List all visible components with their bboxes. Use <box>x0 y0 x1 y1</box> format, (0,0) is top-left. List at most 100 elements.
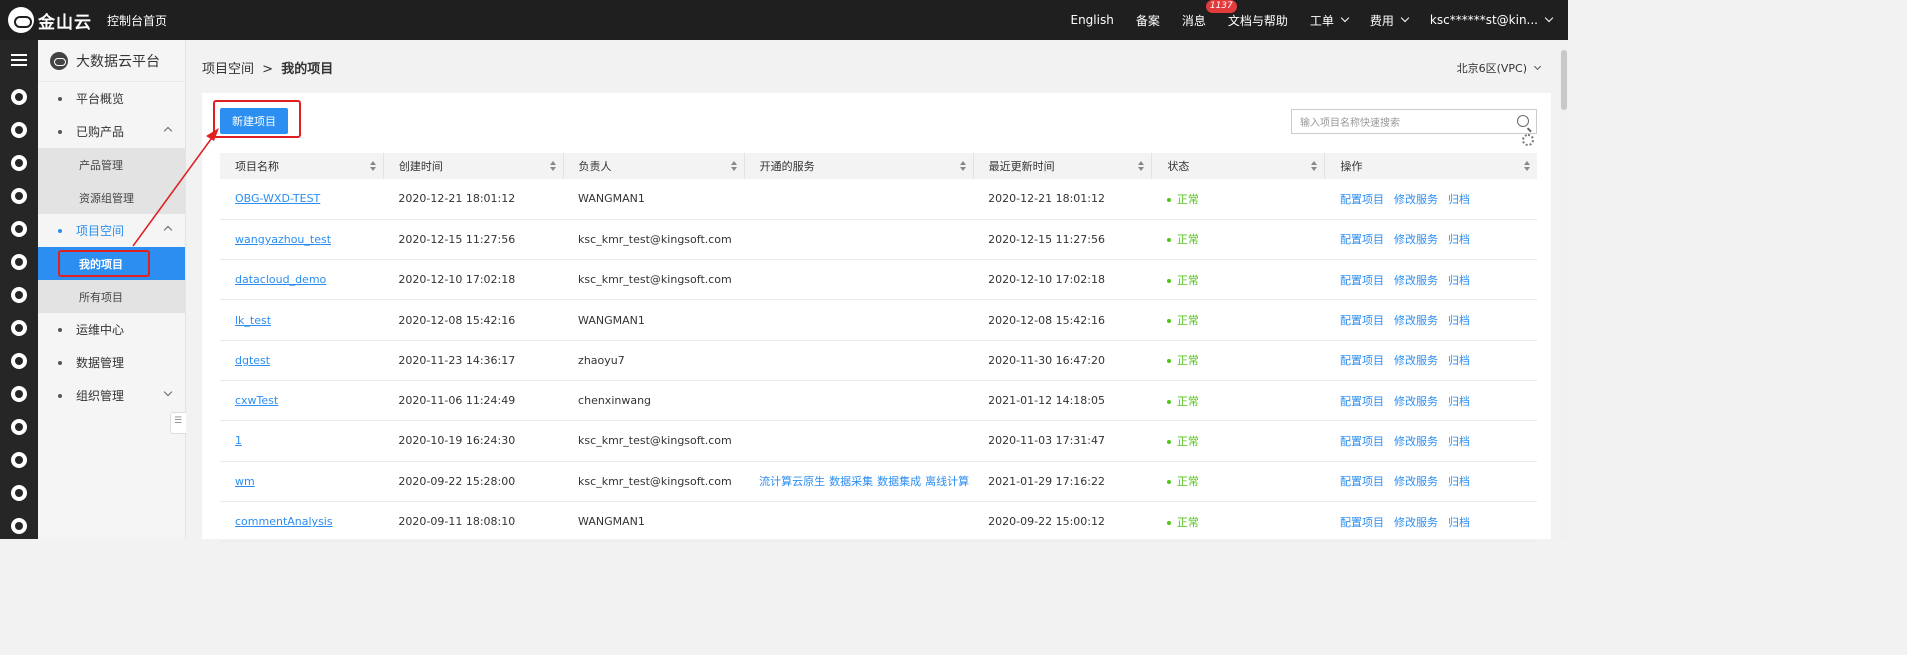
project-search-input[interactable]: 输入项目名称快速搜索 <box>1291 109 1537 134</box>
modify-services-link[interactable]: 修改服务 <box>1394 475 1438 488</box>
column-header[interactable]: 创建时间 <box>383 153 564 179</box>
sidebar-item-project-space[interactable]: 项目空间 <box>38 214 185 247</box>
cube-icon[interactable] <box>11 254 27 270</box>
owner-cell: ksc_kmr_test@kingsoft.com <box>563 259 745 301</box>
english-link[interactable]: English <box>1070 13 1113 27</box>
service-link[interactable]: 离线计算 <box>925 475 969 488</box>
search-icon[interactable] <box>11 221 27 237</box>
archive-link[interactable]: 归档 <box>1448 314 1470 327</box>
billing-label: 费用 <box>1369 13 1394 28</box>
monitor-icon[interactable] <box>11 452 27 468</box>
project-name-link[interactable]: lk_test <box>235 314 271 327</box>
breadcrumb-current: 我的项目 <box>281 62 334 77</box>
project-name-cell: 1 <box>220 420 384 462</box>
billing-menu[interactable]: 费用 <box>1369 12 1410 29</box>
project-name-link[interactable]: wangyazhou_test <box>235 233 331 246</box>
project-name-link[interactable]: wm <box>235 475 255 488</box>
services-cell <box>744 179 974 220</box>
network-icon[interactable] <box>11 353 27 369</box>
sidebar-item-purchased-products[interactable]: 已购产品 <box>38 115 185 148</box>
service-link[interactable]: 数据集成 <box>877 475 921 488</box>
project-name-link[interactable]: dgtest <box>235 354 270 367</box>
archive-link[interactable]: 归档 <box>1448 475 1470 488</box>
archive-link[interactable]: 归档 <box>1448 354 1470 367</box>
column-header[interactable]: 开通的服务 <box>744 153 974 179</box>
configure-project-link[interactable]: 配置项目 <box>1340 233 1384 246</box>
project-name-link[interactable]: datacloud_demo <box>235 273 326 286</box>
sidebar-item-overview[interactable]: 平台概览 <box>38 82 185 115</box>
sidebar-item-label: 数据管理 <box>76 356 125 370</box>
configure-project-link[interactable]: 配置项目 <box>1340 314 1384 327</box>
modify-services-link[interactable]: 修改服务 <box>1394 193 1438 206</box>
project-name-cell: OBG-WXD-TEST <box>220 179 384 220</box>
cloud-icon[interactable] <box>11 122 27 138</box>
messages-link[interactable]: 消息 1137 <box>1182 0 1237 29</box>
tickets-menu[interactable]: 工单 <box>1310 12 1350 29</box>
column-header-label: 创建时间 <box>398 160 443 173</box>
service-link[interactable]: 数据采集 <box>829 475 873 488</box>
sidebar-subitem-product-management[interactable]: 产品管理 <box>38 148 185 181</box>
search-icon[interactable] <box>1517 115 1529 127</box>
database-icon[interactable] <box>11 155 27 171</box>
gear-icon[interactable] <box>1522 134 1534 146</box>
sidebar-item-org-management[interactable]: 组织管理 <box>38 379 185 412</box>
layers-icon[interactable] <box>11 89 27 105</box>
project-name-link[interactable]: cxwTest <box>235 394 278 407</box>
configure-project-link[interactable]: 配置项目 <box>1340 435 1384 448</box>
service-link[interactable]: 流计算云原生 <box>759 475 825 488</box>
sidebar-collapse-toggle[interactable] <box>170 412 186 434</box>
share-icon[interactable] <box>11 518 27 534</box>
cluster-icon[interactable] <box>11 188 27 204</box>
page-scrollbar[interactable] <box>1560 40 1568 539</box>
created-time-cell: 2020-12-15 11:27:56 <box>383 219 564 261</box>
column-header[interactable]: 状态 <box>1151 153 1326 179</box>
menu-icon[interactable] <box>0 40 38 80</box>
globe-icon[interactable] <box>11 320 27 336</box>
modify-services-link[interactable]: 修改服务 <box>1394 395 1438 408</box>
region-selector[interactable]: 北京6区(VPC) <box>1457 60 1542 76</box>
archive-link[interactable]: 归档 <box>1448 395 1470 408</box>
archive-link[interactable]: 归档 <box>1448 274 1470 287</box>
sidebar-item-ops-center[interactable]: 运维中心 <box>38 313 185 346</box>
scrollbar-thumb[interactable] <box>1561 50 1567 110</box>
archive-link[interactable]: 归档 <box>1448 516 1470 529</box>
configure-project-link[interactable]: 配置项目 <box>1340 475 1384 488</box>
breadcrumb-parent[interactable]: 项目空间 <box>202 62 254 77</box>
modify-services-link[interactable]: 修改服务 <box>1394 274 1438 287</box>
project-name-link[interactable]: 1 <box>235 434 242 447</box>
project-name-link[interactable]: OBG-WXD-TEST <box>235 192 320 205</box>
bigdata-icon[interactable] <box>11 386 27 402</box>
kingsoft-cloud-logo[interactable]: 金山云 <box>0 7 95 33</box>
modify-services-link[interactable]: 修改服务 <box>1394 435 1438 448</box>
column-header[interactable]: 操作 <box>1324 153 1537 179</box>
record-link[interactable]: 备案 <box>1136 12 1160 29</box>
configure-project-link[interactable]: 配置项目 <box>1340 516 1384 529</box>
column-header[interactable]: 负责人 <box>563 153 745 179</box>
project-name-link[interactable]: commentAnalysis <box>235 515 333 528</box>
server-icon[interactable] <box>11 419 27 435</box>
column-header[interactable]: 项目名称 <box>220 153 384 179</box>
status-cell: 正常 <box>1151 461 1325 502</box>
archive-link[interactable]: 归档 <box>1448 435 1470 448</box>
modify-services-link[interactable]: 修改服务 <box>1394 314 1438 327</box>
modify-services-link[interactable]: 修改服务 <box>1394 516 1438 529</box>
sidebar-subitem-resource-group-management[interactable]: 资源组管理 <box>38 181 185 214</box>
configure-project-link[interactable]: 配置项目 <box>1340 354 1384 367</box>
account-menu[interactable]: ksc******st@kin... <box>1430 13 1554 27</box>
robot-icon[interactable] <box>11 485 27 501</box>
modify-services-link[interactable]: 修改服务 <box>1394 233 1438 246</box>
console-home-link[interactable]: 控制台首页 <box>107 12 167 29</box>
sidebar-subitem-all-projects[interactable]: 所有项目 <box>38 280 185 313</box>
modify-services-link[interactable]: 修改服务 <box>1394 354 1438 367</box>
created-time-cell: 2020-12-08 15:42:16 <box>383 299 564 341</box>
docs-help-link[interactable]: 文档与帮助 <box>1228 12 1288 29</box>
configure-project-link[interactable]: 配置项目 <box>1340 274 1384 287</box>
archive-link[interactable]: 归档 <box>1448 233 1470 246</box>
configure-project-link[interactable]: 配置项目 <box>1340 193 1384 206</box>
archive-link[interactable]: 归档 <box>1448 193 1470 206</box>
column-header[interactable]: 最近更新时间 <box>973 153 1153 179</box>
storage-icon[interactable] <box>11 287 27 303</box>
sidebar-item-data-management[interactable]: 数据管理 <box>38 346 185 379</box>
configure-project-link[interactable]: 配置项目 <box>1340 395 1384 408</box>
sidebar-item-label: 项目空间 <box>76 224 125 238</box>
